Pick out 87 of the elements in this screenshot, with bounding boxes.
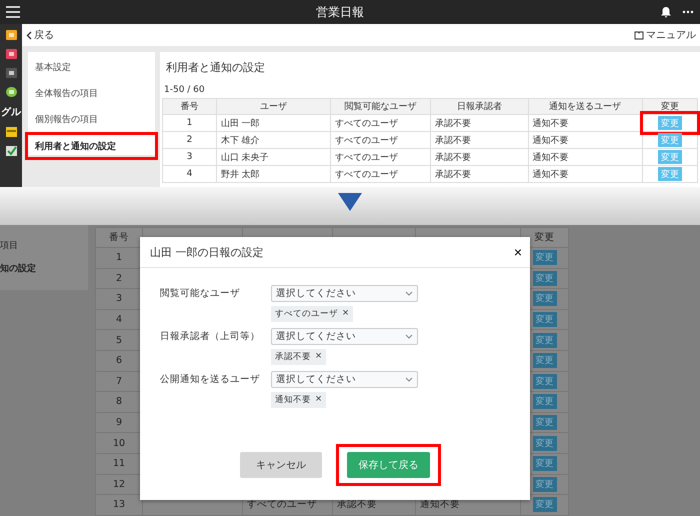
table-cell: 山口 未央子 xyxy=(216,148,331,166)
edit-button[interactable]: 変更 xyxy=(658,167,682,181)
cancel-button[interactable]: キャンセル xyxy=(240,452,322,478)
down-arrow-icon xyxy=(338,193,362,211)
select-field[interactable]: 選択してください xyxy=(271,328,418,345)
settings-menu-item[interactable]: 利用者と通知の設定 xyxy=(28,135,155,157)
table-cell: 木下 雄介 xyxy=(216,132,331,148)
table-cell: 4 xyxy=(162,166,216,182)
column-header: ユーザ xyxy=(216,98,331,114)
column-header: 閲覧可能なユーザ xyxy=(330,98,431,114)
settings-menu-item[interactable]: 全体報告の項目 xyxy=(28,83,155,103)
table-cell: 10 xyxy=(96,432,142,454)
calendar-icon[interactable] xyxy=(4,126,18,138)
table-cell: 12 xyxy=(96,474,142,495)
table-cell: 承認不要 xyxy=(430,114,528,132)
edit-button[interactable]: 変更 xyxy=(532,394,556,410)
table-cell: すべてのユーザ xyxy=(330,166,431,182)
table-cell: 13 xyxy=(96,494,142,516)
field-label: 閲覧可能なユーザ xyxy=(160,287,241,301)
table-cell: すべてのユーザ xyxy=(330,114,431,132)
page-range: 1-50 / 60 xyxy=(163,84,206,97)
back-link[interactable]: 戻る xyxy=(26,28,54,42)
edit-button[interactable]: 変更 xyxy=(532,456,556,472)
more-icon[interactable] xyxy=(682,10,694,14)
table-cell: 1 xyxy=(96,248,142,268)
chevron-down-icon xyxy=(405,334,413,339)
table-cell: 山田 一郎 xyxy=(216,114,331,132)
close-button[interactable]: × xyxy=(514,244,522,260)
selected-tag[interactable]: すべてのユーザ × xyxy=(271,306,354,322)
selected-tag[interactable]: 承認不要 × xyxy=(271,349,326,365)
table-cell: すべてのユーザ xyxy=(330,148,431,166)
panel-title: 利用者と通知の設定 xyxy=(165,60,266,76)
edit-button[interactable]: 変更 xyxy=(532,497,556,512)
table-cell: 通知不要 xyxy=(528,148,642,166)
table-cell: 承認不要 xyxy=(430,148,528,166)
edit-button[interactable]: 変更 xyxy=(532,270,556,286)
rail-label[interactable]: グル xyxy=(1,105,21,119)
table-cell: 4 xyxy=(96,309,142,330)
table-cell: 6 xyxy=(96,350,142,372)
app-title: 営業日報 xyxy=(315,4,365,20)
table-cell: 8 xyxy=(96,392,142,412)
column-header: 番号 xyxy=(162,98,216,114)
table-cell: 3 xyxy=(162,148,216,166)
table-cell: 通知不要 xyxy=(528,166,642,182)
table-cell: 11 xyxy=(96,453,142,474)
table-cell: 1 xyxy=(162,114,216,132)
chevron-down-icon xyxy=(405,377,413,382)
table-cell: 2 xyxy=(162,132,216,148)
table-cell: 9 xyxy=(96,412,142,433)
selected-tag[interactable]: 通知不要 × xyxy=(271,392,326,408)
edit-button[interactable]: 変更 xyxy=(532,332,556,348)
field-label: 日報承認者（上司等） xyxy=(160,330,261,344)
menu-icon[interactable] xyxy=(6,6,20,18)
table-cell: 3 xyxy=(96,288,142,310)
table-cell: すべてのユーザ xyxy=(330,132,431,148)
table-cell: 承認不要 xyxy=(430,166,528,182)
chevron-down-icon xyxy=(405,291,413,296)
settings-menu-item[interactable]: 基本設定 xyxy=(28,57,155,77)
edit-button[interactable]: 変更 xyxy=(532,476,556,492)
edit-button[interactable]: 変更 xyxy=(532,250,556,266)
field-label: 公開通知を送るユーザ xyxy=(160,373,261,387)
chevron-left-icon xyxy=(26,30,32,40)
table-cell: 2 xyxy=(96,268,142,289)
column-header: 日報承認者 xyxy=(430,98,528,114)
edit-button[interactable]: 変更 xyxy=(532,436,556,451)
column-header: 通知を送るユーザ xyxy=(528,98,642,114)
column-header: 番号 xyxy=(96,228,142,248)
save-button[interactable]: 保存して戻る xyxy=(347,452,430,478)
settings-menu-item[interactable]: 個別報告の項目 xyxy=(28,109,155,129)
manual-link[interactable]: マニュアル xyxy=(634,28,696,42)
edit-button[interactable]: 変更 xyxy=(532,312,556,328)
edit-button[interactable]: 変更 xyxy=(532,291,556,306)
edit-button[interactable]: 変更 xyxy=(658,116,682,130)
table-cell: 5 xyxy=(96,330,142,350)
edit-button[interactable]: 変更 xyxy=(658,133,682,147)
dialog-title: 山田 一郎の日報の設定 xyxy=(150,244,264,260)
edit-button[interactable]: 変更 xyxy=(532,353,556,368)
select-field[interactable]: 選択してください xyxy=(271,371,418,388)
edit-button[interactable]: 変更 xyxy=(658,150,682,164)
edit-button[interactable]: 変更 xyxy=(532,374,556,389)
select-field[interactable]: 選択してください xyxy=(271,285,418,302)
table-cell: 7 xyxy=(96,371,142,392)
table-cell: 野井 太郎 xyxy=(216,166,331,182)
bell-icon[interactable] xyxy=(660,6,672,18)
checkmark-icon[interactable] xyxy=(4,145,18,157)
table-cell: 承認不要 xyxy=(430,132,528,148)
edit-button[interactable]: 変更 xyxy=(532,415,556,430)
